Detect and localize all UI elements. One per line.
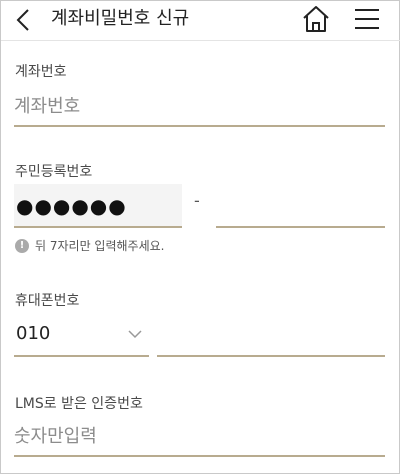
info-icon: !: [15, 238, 29, 253]
resident-number-hint: ! 뒤 7자리만 입력해주세요.: [15, 237, 164, 254]
chevron-down-icon: [128, 330, 142, 339]
account-number-field: [14, 87, 385, 127]
home-icon: [303, 6, 329, 32]
resident-number-label: 주민등록번호: [15, 164, 93, 180]
resident-number-back-input[interactable]: [216, 184, 385, 226]
resident-number-front-field[interactable]: ●●●●●●: [14, 184, 182, 228]
hamburger-menu-icon: [355, 9, 379, 29]
resident-number-front-value: ●●●●●●: [16, 194, 127, 218]
lms-code-label: LMS로 받은 인증번호: [15, 396, 143, 412]
page-title: 계좌비밀번호 신규: [51, 8, 190, 29]
phone-prefix-value: 010: [16, 323, 51, 344]
account-number-label: 계좌번호: [15, 64, 67, 80]
menu-button[interactable]: [353, 6, 381, 32]
phone-number-field: [157, 317, 385, 357]
phone-prefix-select[interactable]: 010: [14, 317, 149, 357]
header-bar: 계좌비밀번호 신규: [1, 1, 400, 41]
lms-code-field: [14, 417, 385, 457]
home-button[interactable]: [301, 4, 331, 34]
app-screen: 계좌비밀번호 신규 계좌번호 주민등록번호 ●●●●●● - ! 뒤 7자리만 …: [0, 0, 400, 474]
lms-code-input[interactable]: [14, 417, 385, 455]
resident-number-hint-text: 뒤 7자리만 입력해주세요.: [35, 239, 165, 253]
account-number-input[interactable]: [14, 87, 385, 125]
resident-number-separator: -: [194, 191, 200, 210]
chevron-left-icon: [16, 9, 29, 31]
phone-number-label: 휴대폰번호: [15, 293, 80, 309]
phone-number-input[interactable]: [157, 317, 385, 355]
back-button[interactable]: [11, 7, 37, 33]
resident-number-back-field: [216, 184, 385, 228]
